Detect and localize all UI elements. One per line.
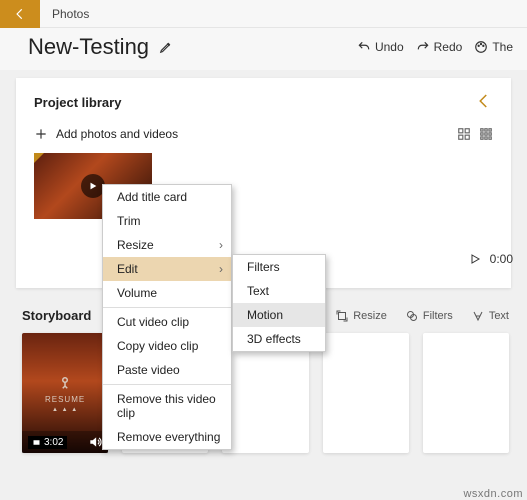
- back-button[interactable]: [0, 0, 40, 28]
- clip-overlay: RESUME ▲ ▲ ▲: [22, 333, 108, 453]
- menu-edit[interactable]: Edit: [103, 257, 231, 281]
- menu-copy[interactable]: Copy video clip: [103, 334, 231, 358]
- storyboard-title: Storyboard: [22, 308, 91, 323]
- storyboard-clip[interactable]: RESUME ▲ ▲ ▲ 3:02: [22, 333, 108, 453]
- resize-icon: [335, 309, 349, 323]
- story-resize-button[interactable]: Resize: [335, 309, 387, 323]
- watermark: wsxdn.com: [463, 488, 523, 500]
- collapse-icon[interactable]: [475, 92, 493, 113]
- undo-label: Undo: [375, 40, 404, 54]
- context-submenu: Filters Text Motion 3D effects: [232, 254, 326, 352]
- menu-remove-all[interactable]: Remove everything: [103, 425, 231, 449]
- text-icon: [471, 309, 485, 323]
- rename-icon[interactable]: [159, 40, 173, 54]
- story-filters-button[interactable]: Filters: [405, 309, 453, 323]
- submenu-filters[interactable]: Filters: [233, 255, 325, 279]
- menu-add-title-card[interactable]: Add title card: [103, 185, 231, 209]
- menu-remove-clip[interactable]: Remove this video clip: [103, 387, 231, 425]
- grid-small-icon[interactable]: [479, 127, 493, 141]
- undo-icon: [357, 40, 371, 54]
- redo-icon: [416, 40, 430, 54]
- palette-icon: [474, 40, 488, 54]
- redo-label: Redo: [434, 40, 463, 54]
- add-media-button[interactable]: Add photos and videos: [34, 127, 178, 141]
- storyboard-empty-slot[interactable]: [323, 333, 409, 453]
- plus-icon: [34, 127, 48, 141]
- submenu-text[interactable]: Text: [233, 279, 325, 303]
- context-menu: Add title card Trim Resize Edit Volume C…: [102, 184, 232, 450]
- project-name: New-Testing: [28, 34, 149, 60]
- menu-trim[interactable]: Trim: [103, 209, 231, 233]
- grid-large-icon[interactable]: [457, 127, 471, 141]
- submenu-motion[interactable]: Motion: [233, 303, 325, 327]
- menu-paste[interactable]: Paste video: [103, 358, 231, 382]
- story-text-button[interactable]: Text: [471, 309, 509, 323]
- menu-cut[interactable]: Cut video clip: [103, 310, 231, 334]
- story-text-label: Text: [489, 310, 509, 322]
- app-title: Photos: [40, 7, 89, 21]
- redo-button[interactable]: Redo: [416, 40, 463, 54]
- add-media-label: Add photos and videos: [56, 127, 178, 141]
- theme-label: The: [492, 40, 513, 54]
- menu-volume[interactable]: Volume: [103, 281, 231, 305]
- preview-time: 0:00: [490, 252, 513, 266]
- menu-resize[interactable]: Resize: [103, 233, 231, 257]
- storyboard-empty-slot[interactable]: [423, 333, 509, 453]
- filters-icon: [405, 309, 419, 323]
- undo-button[interactable]: Undo: [357, 40, 404, 54]
- preview-play-icon[interactable]: [468, 252, 482, 266]
- theme-button[interactable]: The: [474, 40, 513, 54]
- library-title: Project library: [34, 95, 121, 110]
- submenu-3d-effects[interactable]: 3D effects: [233, 327, 325, 351]
- story-resize-label: Resize: [353, 310, 387, 322]
- story-filters-label: Filters: [423, 310, 453, 322]
